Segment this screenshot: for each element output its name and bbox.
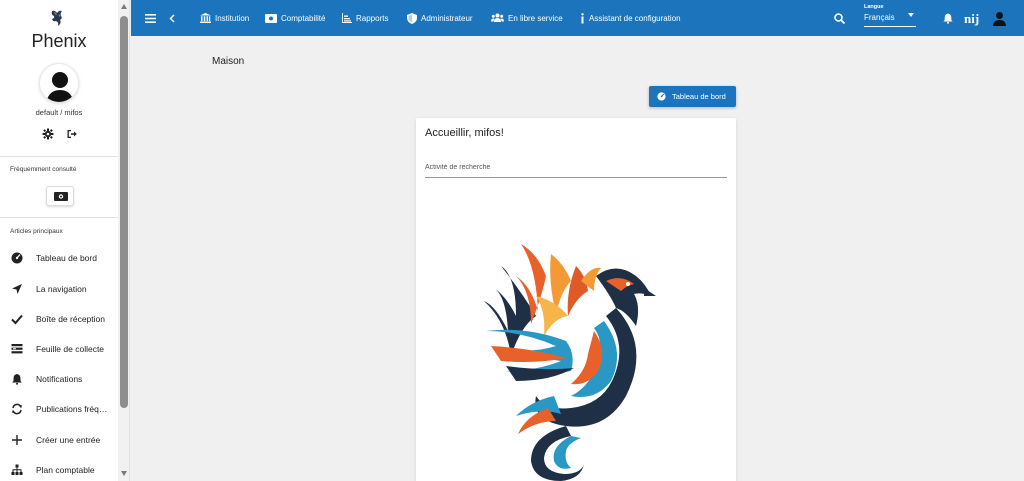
money-bill-icon <box>265 13 277 23</box>
bell-icon <box>943 13 953 24</box>
brand-name: Phenix <box>31 31 87 51</box>
avatar[interactable] <box>39 63 79 103</box>
user-label: default / mifos <box>35 108 83 117</box>
frequent-item-button[interactable] <box>46 186 74 206</box>
sidebar-content: Phenix default / mifos Fréquemment consu… <box>0 0 118 481</box>
phoenix-logo-image <box>484 244 656 481</box>
sidebar-item-label: Notifications <box>36 374 83 384</box>
menu-toggle-button[interactable] <box>145 0 160 36</box>
sidebar-item-creer-une-entree[interactable]: Créer une entrée <box>0 427 118 455</box>
info-icon <box>581 12 584 23</box>
sitemap-icon <box>11 464 23 475</box>
checkmark-icon <box>11 314 23 325</box>
nav-comptabilite-label: Comptabilité <box>281 13 326 23</box>
refresh-icon <box>12 403 22 415</box>
nav-rapports[interactable]: Rapports <box>342 0 388 36</box>
plus-icon <box>12 435 22 445</box>
main-scrollbar[interactable] <box>1012 36 1024 481</box>
main-section-title: Articles principaux <box>10 228 63 235</box>
shield-icon <box>407 12 417 24</box>
notifications-button[interactable] <box>943 0 957 36</box>
dashboard-icon <box>657 92 666 101</box>
sidebar-item-navigation[interactable]: La navigation <box>0 276 118 304</box>
nav-comptabilite[interactable]: Comptabilité <box>265 0 325 36</box>
gear-icon[interactable] <box>42 128 54 140</box>
navigation-arrow-icon <box>12 284 22 294</box>
sidebar-scrollbar[interactable] <box>118 0 129 481</box>
sidebar-item-feuille-de-collecte[interactable]: Feuille de collecte <box>0 336 118 364</box>
bell-icon <box>12 374 22 385</box>
sidebar-item-notifications[interactable]: Notifications <box>0 366 118 394</box>
nav-administrateur-label: Administrateur <box>421 13 473 23</box>
welcome-card: Accueillir, mifos! <box>416 118 736 481</box>
sidebar-scroll-thumb[interactable] <box>120 16 128 408</box>
chevron-down-icon <box>908 13 914 17</box>
nav-assistant-label: Assistant de configuration <box>589 13 681 23</box>
sidebar-divider <box>0 156 118 157</box>
nav-institution-label: Institution <box>215 13 250 23</box>
scroll-up-arrow-icon[interactable] <box>121 4 127 9</box>
language-underline <box>864 26 916 27</box>
dashboard-icon <box>11 252 23 264</box>
welcome-title: Accueillir, mifos! <box>425 127 504 139</box>
nav-institution[interactable]: Institution <box>200 0 249 36</box>
language-label: Langue <box>864 4 884 10</box>
phenix-logo-icon <box>51 10 62 26</box>
sidebar-item-label: Plan comptable <box>36 465 95 475</box>
chevron-left-icon <box>169 13 175 23</box>
sidebar-item-label: Feuille de collecte <box>36 344 105 354</box>
sidebar-item-boite-de-reception[interactable]: Boîte de réception <box>0 306 118 334</box>
sidebar-item-label: Publications fréquentes <box>36 404 112 414</box>
dashboard-button[interactable]: Tableau de bord <box>649 86 736 107</box>
dashboard-button-label: Tableau de bord <box>672 92 726 101</box>
sidebar-item-label: Créer une entrée <box>36 435 101 445</box>
sidebar-item-tableau-de-bord[interactable]: Tableau de bord <box>0 245 118 273</box>
users-icon <box>491 13 504 22</box>
cash-icon <box>54 192 68 201</box>
collection-sheet-icon <box>11 344 23 354</box>
collapse-button[interactable] <box>169 0 179 36</box>
scroll-down-arrow-icon[interactable] <box>121 471 127 476</box>
app-root: Phenix default / mifos Fréquemment consu… <box>0 0 1024 481</box>
user-silhouette-icon <box>46 72 74 102</box>
hamburger-menu-icon <box>145 13 156 23</box>
user-profile-icon <box>993 11 1006 26</box>
sidebar-item-publications-frequentes[interactable]: Publications fréquentes <box>0 396 118 424</box>
language-value: Français <box>864 13 895 22</box>
nav-libre-service-label: En libre service <box>508 13 563 23</box>
page-title: Maison <box>212 56 245 67</box>
user-initials[interactable]: nij <box>964 11 979 27</box>
activity-search-input[interactable] <box>425 158 727 178</box>
bar-chart-icon <box>342 13 352 23</box>
sidebar-divider <box>0 217 118 218</box>
main-content: Maison Tableau de bord Accueillir, mifos… <box>131 36 1024 481</box>
main-scroll-thumb[interactable] <box>1014 42 1022 412</box>
logout-icon[interactable] <box>66 128 78 140</box>
top-navbar: Institution Comptabilité Rapports Admini… <box>131 0 1024 36</box>
sidebar-item-plan-comptable[interactable]: Plan comptable <box>0 457 118 481</box>
sidebar-item-label: La navigation <box>36 284 87 294</box>
nav-rapports-label: Rapports <box>356 13 389 23</box>
sidebar-item-label: Boîte de réception <box>36 314 105 324</box>
sidebar: Phenix default / mifos Fréquemment consu… <box>0 0 130 481</box>
search-button[interactable] <box>834 0 849 36</box>
user-menu-button[interactable] <box>993 0 1010 36</box>
search-icon <box>834 12 845 24</box>
nav-libre-service[interactable]: En libre service <box>491 0 563 36</box>
frequent-section-title: Fréquemment consulté <box>10 166 77 173</box>
sidebar-item-label: Tableau de bord <box>36 253 97 263</box>
institution-icon <box>200 13 211 23</box>
nav-administrateur[interactable]: Administrateur <box>407 0 473 36</box>
nav-assistant[interactable]: Assistant de configuration <box>580 0 681 36</box>
